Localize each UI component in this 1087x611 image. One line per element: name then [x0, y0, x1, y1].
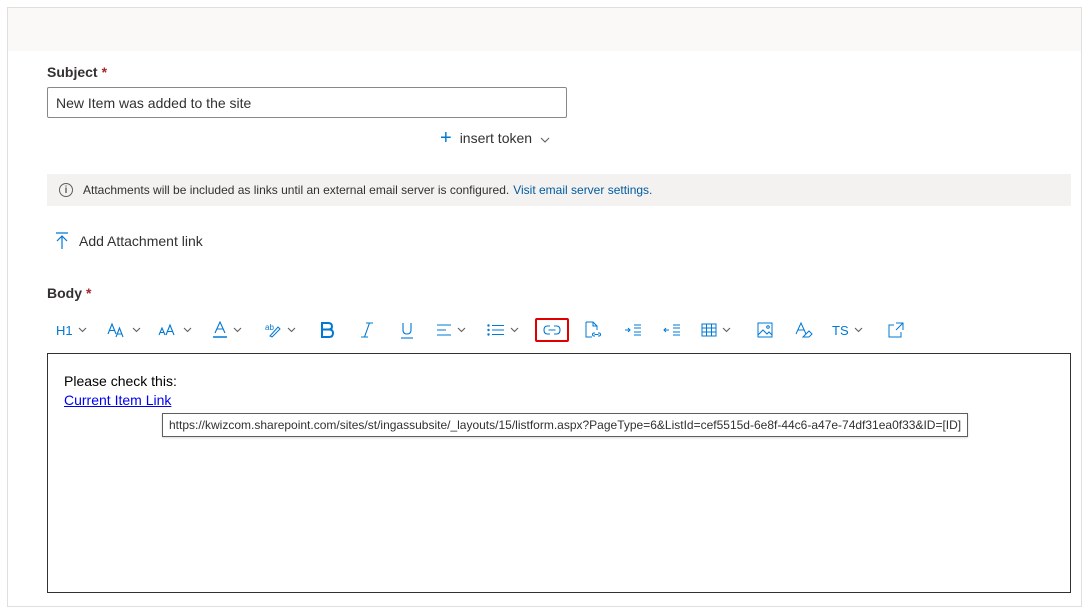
font-size-icon — [158, 323, 175, 336]
font-family-dropdown[interactable] — [107, 316, 141, 344]
required-marker: * — [86, 285, 92, 301]
font-family-icon — [107, 322, 124, 338]
chevron-down-icon — [854, 327, 863, 333]
bold-button[interactable] — [320, 316, 334, 344]
chevron-down-icon — [78, 327, 87, 333]
upload-arrow-icon — [56, 232, 68, 249]
bullet-list-icon — [487, 324, 504, 336]
insert-link-button[interactable] — [535, 318, 569, 342]
body-editor[interactable]: Please check this: Current Item Link — [47, 353, 1071, 593]
info-message-text: Attachments will be included as links un… — [83, 183, 510, 197]
current-item-link[interactable]: Current Item Link — [64, 392, 171, 408]
underline-button[interactable] — [400, 316, 414, 344]
table-icon — [701, 323, 717, 337]
subject-label: Subject * — [47, 64, 108, 80]
info-icon: i — [59, 183, 73, 197]
clear-formatting-icon — [795, 321, 813, 338]
clear-formatting-button[interactable] — [795, 316, 813, 344]
insert-token-button[interactable]: + insert token — [440, 128, 550, 148]
body-label: Body * — [47, 285, 92, 301]
insert-token-label: insert token — [459, 130, 533, 146]
chevron-down-icon — [722, 327, 731, 333]
text-style-dropdown[interactable]: TS — [832, 316, 863, 344]
font-size-dropdown[interactable] — [158, 316, 192, 344]
font-color-dropdown[interactable] — [212, 316, 242, 344]
required-marker: * — [101, 64, 108, 80]
expand-editor-button[interactable] — [888, 316, 904, 344]
top-band — [8, 8, 1081, 51]
table-dropdown[interactable] — [701, 316, 731, 344]
image-icon — [757, 322, 773, 338]
indent-icon — [625, 324, 641, 336]
document-link-icon — [585, 321, 602, 338]
outdent-icon — [663, 324, 680, 336]
heading-dropdown[interactable]: H1 — [56, 316, 87, 344]
align-left-icon — [437, 324, 451, 336]
chevron-down-icon — [183, 327, 192, 333]
font-color-icon — [213, 321, 227, 338]
italic-icon — [361, 322, 373, 338]
italic-button[interactable] — [360, 316, 374, 344]
chevron-down-icon — [132, 327, 141, 333]
align-dropdown[interactable] — [436, 316, 466, 344]
add-attachment-label: Add Attachment link — [79, 233, 203, 249]
editor-toolbar: H1 ab TS — [47, 316, 1071, 344]
chevron-down-icon — [510, 327, 519, 333]
heading-label: H1 — [56, 322, 73, 338]
highlight-dropdown[interactable]: ab — [264, 316, 296, 344]
chevron-down-icon — [540, 130, 550, 146]
insert-file-link-button[interactable] — [584, 316, 602, 344]
text-style-label: TS — [832, 322, 849, 338]
chevron-down-icon — [233, 327, 242, 333]
expand-icon — [888, 322, 904, 338]
bold-icon — [321, 322, 334, 338]
chevron-down-icon — [287, 327, 296, 333]
add-attachment-link-button[interactable]: Add Attachment link — [55, 232, 203, 250]
chevron-down-icon — [457, 327, 466, 333]
indent-button[interactable] — [624, 316, 642, 344]
highlight-icon: ab — [265, 323, 281, 338]
email-server-settings-link[interactable]: Visit email server settings. — [513, 183, 652, 197]
info-message-bar: i Attachments will be included as links … — [47, 174, 1071, 206]
subject-input[interactable] — [47, 87, 567, 118]
insert-image-button[interactable] — [757, 316, 773, 344]
plus-icon: + — [440, 127, 452, 149]
svg-text:ab: ab — [265, 323, 274, 332]
link-icon — [543, 325, 561, 335]
body-text-line: Please check this: — [64, 373, 177, 389]
outdent-button[interactable] — [663, 316, 681, 344]
link-url-tooltip: https://kwizcom.sharepoint.com/sites/st/… — [162, 413, 969, 437]
underline-icon — [401, 322, 413, 339]
list-dropdown[interactable] — [487, 316, 519, 344]
